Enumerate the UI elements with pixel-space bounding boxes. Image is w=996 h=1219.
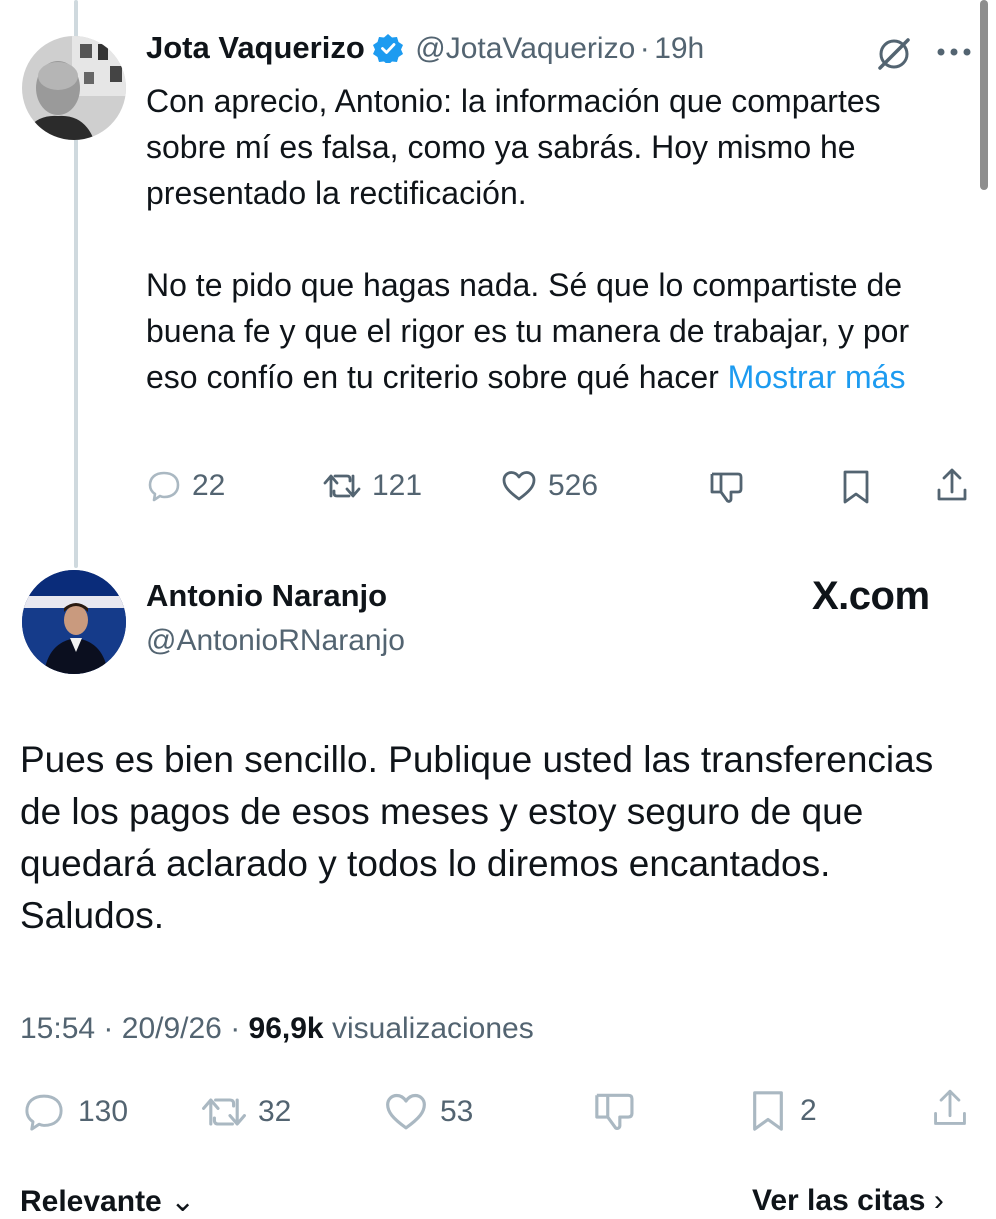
timestamp[interactable]: 19h <box>654 32 704 65</box>
main-dislike-button[interactable] <box>592 1088 638 1134</box>
main-author-name[interactable]: Antonio Naranjo <box>146 578 387 614</box>
bookmark-icon <box>746 1088 790 1134</box>
show-more-link[interactable]: Mostrar más <box>728 359 906 395</box>
more-icon[interactable] <box>934 44 974 65</box>
avatar-jota-vaquerizo[interactable] <box>22 36 126 140</box>
main-reply-count: 130 <box>78 1095 129 1128</box>
retweet-icon <box>200 1090 248 1134</box>
reply-header: Jota Vaquerizo @JotaVaquerizo · 19h <box>146 30 704 66</box>
dislike-button[interactable] <box>708 468 746 506</box>
main-like-button[interactable]: 53 <box>382 1090 473 1134</box>
bookmark-button[interactable] <box>838 468 874 506</box>
like-icon <box>382 1090 430 1134</box>
share-icon <box>934 466 970 506</box>
like-icon <box>500 468 538 504</box>
main-share-button[interactable] <box>930 1086 970 1132</box>
x-com-watermark: X.com <box>812 574 930 618</box>
sort-relevant-dropdown[interactable]: Relevante ⌄ <box>20 1184 195 1219</box>
main-like-count: 53 <box>440 1095 474 1128</box>
tweet-metadata: 15:54 · 20/9/26 · 96,9k visualizaciones <box>20 1012 534 1046</box>
bookmark-icon <box>838 468 874 506</box>
retweet-button[interactable]: 121 <box>322 468 422 504</box>
main-author-handle[interactable]: @AntonioRNaranjo <box>146 624 405 658</box>
grok-icon[interactable] <box>874 34 914 79</box>
main-tweet-text: Pues es bien sencillo. Publique usted la… <box>20 739 934 936</box>
author-name[interactable]: Jota Vaquerizo <box>146 30 365 65</box>
main-retweet-button[interactable]: 32 <box>200 1090 291 1134</box>
chevron-right-icon: › <box>933 1184 944 1217</box>
reply-icon <box>20 1090 68 1134</box>
tweet-time[interactable]: 15:54 <box>20 1012 95 1045</box>
avatar-antonio-naranjo[interactable] <box>22 570 126 674</box>
dislike-icon <box>592 1088 638 1134</box>
views-label: visualizaciones <box>331 1012 534 1045</box>
view-quotes-link[interactable]: Ver las citas › <box>752 1184 944 1218</box>
main-retweet-count: 32 <box>258 1095 292 1128</box>
share-icon <box>930 1086 970 1132</box>
like-button[interactable]: 526 <box>500 468 598 504</box>
separator: · <box>639 32 650 65</box>
reply-body: Con aprecio, Antonio: la información que… <box>146 78 966 400</box>
reply-icon <box>146 468 182 504</box>
views-count: 96,9k <box>248 1012 324 1045</box>
main-tweet-body: Pues es bien sencillo. Publique usted la… <box>20 734 970 942</box>
dislike-icon <box>708 468 746 506</box>
sort-label: Relevante <box>20 1185 162 1218</box>
verified-badge-icon <box>372 33 403 65</box>
author-handle[interactable]: @JotaVaquerizo <box>415 32 635 65</box>
share-button[interactable] <box>934 466 970 506</box>
main-bookmark-button[interactable]: 2 <box>746 1088 817 1134</box>
main-reply-button[interactable]: 130 <box>20 1090 128 1134</box>
retweet-icon <box>322 468 362 504</box>
chevron-down-icon: ⌄ <box>170 1185 196 1218</box>
separator: · <box>230 1012 241 1045</box>
reply-paragraph-1: Con aprecio, Antonio: la información que… <box>146 83 881 211</box>
retweet-count: 121 <box>372 469 423 502</box>
main-bookmark-count: 2 <box>800 1094 817 1127</box>
reply-button[interactable]: 22 <box>146 468 225 504</box>
tweet-date[interactable]: 20/9/26 <box>122 1012 222 1045</box>
reply-count: 22 <box>192 469 226 502</box>
like-count: 526 <box>548 469 599 502</box>
view-quotes-label: Ver las citas <box>752 1184 926 1217</box>
scrollbar[interactable] <box>980 0 988 190</box>
separator: · <box>103 1012 114 1045</box>
